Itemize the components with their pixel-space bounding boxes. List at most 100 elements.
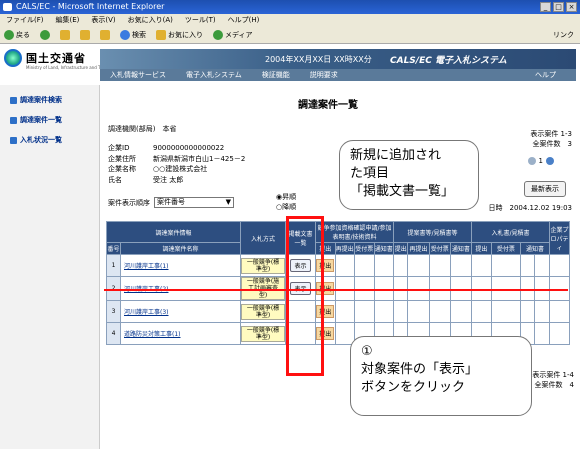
project-name-link[interactable]: 道路防災対策工事(1) — [120, 322, 241, 345]
window-title: CALS/EC - Microsoft Internet Explorer — [16, 2, 165, 11]
info-label: 企業住所 — [108, 154, 136, 163]
menu-help[interactable]: ヘルプ(H) — [228, 14, 260, 26]
header-project-info: 調達案件情報 — [106, 221, 241, 243]
system-banner: 2004年XX月XX日 XX時XX分 CALS/EC 電子入札システム — [100, 49, 576, 69]
favorites-button[interactable]: お気に入り — [156, 29, 203, 40]
project-name-link[interactable]: 河川護岸工事(3) — [120, 300, 241, 323]
radio-asc[interactable]: ◉昇順 — [276, 192, 296, 202]
bullet-icon — [10, 96, 17, 104]
nav-verify[interactable]: 検証機能 — [252, 69, 300, 81]
procurement-org: 調達機関(部局) 本省 — [108, 125, 177, 133]
company-info: 企業ID 9000000000000022 企業住所 新潟県新潟市白山1－425－2… — [108, 143, 245, 185]
home-button[interactable] — [100, 29, 110, 40]
sidebar-item-search[interactable]: 調達案件検索 — [10, 95, 99, 105]
info-value: 9000000000000022 — [153, 144, 225, 152]
total-count: 全案件数 3 — [532, 140, 572, 148]
header-sub: 通知書 — [373, 242, 394, 255]
links-label[interactable]: リンク — [553, 30, 574, 40]
row-number: 3 — [106, 300, 121, 323]
minimize-button[interactable]: _ — [540, 2, 551, 12]
sidebar-item-list[interactable]: 調達案件一覧 — [10, 115, 99, 125]
row-number: 1 — [106, 254, 121, 277]
info-label: 企業名称 — [108, 165, 136, 173]
menu-favorites[interactable]: お気に入り(A) — [128, 14, 173, 26]
bullet-icon — [10, 136, 17, 144]
page-number: 1 — [538, 157, 543, 165]
header-sub: 受付票 — [490, 242, 521, 255]
header-sub: 再提出 — [334, 242, 355, 255]
media-button[interactable]: メディア — [213, 29, 253, 40]
system-name: CALS/EC 電子入札システム — [390, 56, 507, 66]
header-sub: 通知書 — [449, 242, 473, 255]
sort-row: 案件表示順序 案件番号 ▼ — [108, 197, 234, 208]
nav-e-bidding[interactable]: 電子入札システム — [176, 69, 252, 81]
search-icon — [120, 29, 130, 40]
back-button[interactable]: 戻る — [4, 29, 30, 40]
row-number: 4 — [106, 322, 121, 345]
browser-toolbar: 戻る 検索 お気に入り メディア リンク — [0, 26, 580, 44]
display-datetime: 日時 2004.12.02 19:03 — [488, 204, 572, 212]
header-property: 企業プロパティ — [549, 221, 570, 255]
nav-help[interactable]: ヘルプ — [525, 69, 576, 81]
site-header: 国土交通省 Ministry of Land, Infrastructure a… — [0, 45, 580, 85]
radio-desc[interactable]: ○降順 — [276, 202, 296, 212]
header-group1: 競争参加資格確認申請/参加表明書/技術資料 — [315, 221, 394, 243]
menu-tools[interactable]: ツール(T) — [185, 14, 216, 26]
prev-page-icon[interactable] — [527, 157, 536, 165]
info-value: ○○建設株式会社 — [153, 165, 208, 173]
info-value: 新潟県新潟市白山1－425－2 — [153, 154, 246, 163]
menu-edit[interactable]: 編集(E) — [56, 14, 80, 26]
nav-explanation[interactable]: 説明要求 — [300, 69, 348, 81]
header-group3: 入札書/見積書 — [471, 221, 550, 243]
close-button[interactable]: × — [566, 2, 577, 12]
pager: 1 — [527, 157, 554, 165]
header-sub: 受付票 — [354, 242, 375, 255]
maximize-button[interactable]: □ — [553, 2, 564, 12]
method-cell: 一般競争(標準型) — [240, 300, 286, 323]
shown-count: 表示案件 1-3 — [530, 130, 572, 138]
menu-file[interactable]: ファイル(F) — [6, 14, 44, 26]
sort-order-radios: ◉昇順 ○降順 — [276, 192, 296, 212]
callout-click-instruction: ① 対象案件の「表示」 ボタンをクリック — [350, 336, 532, 416]
method-badge: 一般競争(標準型) — [241, 257, 285, 274]
ministry-name: 国土交通省 — [26, 52, 86, 65]
project-name-link[interactable]: 河川護岸工事(1) — [120, 254, 241, 277]
info-value: 受注 太郎 — [153, 175, 184, 184]
forward-button[interactable] — [40, 29, 50, 40]
header-sub: 提出 — [471, 242, 492, 255]
sort-label: 案件表示順序 — [108, 198, 150, 207]
media-icon — [213, 29, 223, 40]
header-sub: 提出 — [392, 242, 409, 255]
menu-view[interactable]: 表示(V) — [91, 14, 115, 26]
header-no: 番号 — [106, 242, 121, 255]
header-sub: 通知書 — [519, 242, 551, 255]
project-table: 調達案件情報 入札方式 掲載文書一覧 競争参加資格確認申請/参加表明書/技術資料… — [106, 221, 570, 345]
stop-button[interactable] — [60, 29, 70, 40]
header-method: 入札方式 — [240, 221, 286, 255]
info-label: 氏名 — [108, 175, 122, 184]
stop-icon — [60, 29, 70, 40]
top-nav: 入札情報サービス 電子入札システム 検証機能 説明要求 ヘルプ — [100, 69, 576, 81]
method-badge: 一般競争(標準型) — [241, 325, 285, 342]
sort-select[interactable]: 案件番号 ▼ — [154, 197, 234, 208]
search-button[interactable]: 検索 — [120, 29, 146, 40]
chevron-down-icon: ▼ — [225, 198, 231, 206]
menu-bar: ファイル(F) 編集(E) 表示(V) お気に入り(A) ツール(T) ヘルプ(… — [0, 14, 580, 26]
refresh-latest-button[interactable]: 最新表示 — [524, 181, 566, 197]
sidebar-item-status[interactable]: 入札状況一覧 — [10, 135, 99, 145]
header-name: 調達案件名称 — [120, 242, 241, 255]
header-sub: 受付票 — [428, 242, 451, 255]
refresh-button[interactable] — [80, 29, 90, 40]
method-cell: 一般競争(標準型) — [240, 322, 286, 345]
shown-count: 表示案件 1-4 — [532, 371, 574, 379]
star-icon — [156, 29, 166, 40]
table-row: 1 河川護岸工事(1) 一般競争(標準型) 表示 提出 — [106, 254, 570, 277]
header-datetime: 2004年XX月XX日 XX時XX分 — [265, 55, 372, 64]
forward-arrow-icon — [40, 29, 50, 40]
nav-bid-info[interactable]: 入札情報サービス — [100, 69, 176, 81]
window-titlebar: CALS/EC - Microsoft Internet Explorer _ … — [0, 0, 580, 14]
result-counts: 表示案件 1-3 全案件数 3 — [530, 129, 572, 149]
ministry-logo: 国土交通省 Ministry of Land, Infrastructure a… — [4, 49, 117, 70]
bullet-icon — [10, 116, 17, 124]
next-page-icon[interactable] — [546, 157, 554, 165]
